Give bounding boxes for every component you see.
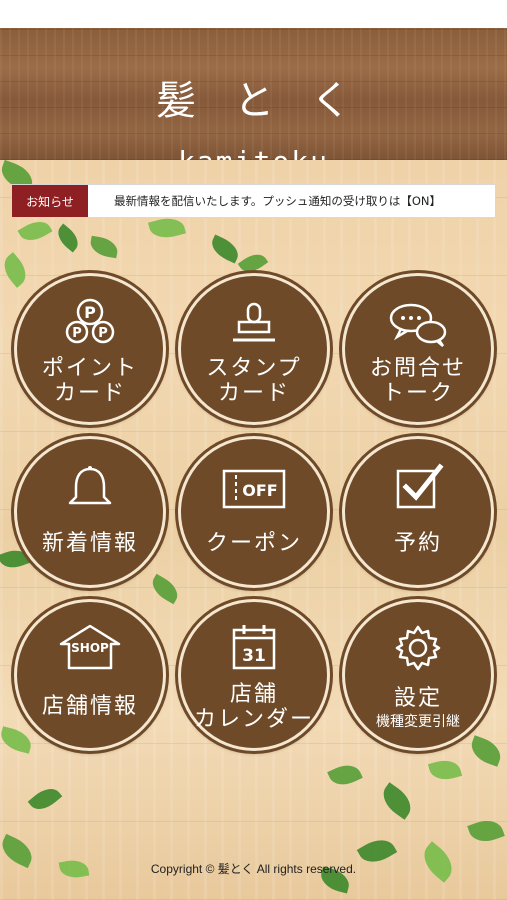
coupon-icon: OFF: [181, 469, 327, 509]
settings-button[interactable]: 設定 機種変更引継: [342, 599, 494, 751]
shop-calendar-label: 店舗 カレンダー: [193, 682, 314, 732]
news-bar[interactable]: お知らせ 最新情報を配信いたします。プッシュ通知の受け取りは【ON】: [11, 184, 496, 218]
status-bar: [0, 0, 507, 28]
settings-sublabel: 機種変更引継: [376, 714, 460, 730]
news-text: 最新情報を配信いたします。プッシュ通知の受け取りは【ON】: [114, 194, 442, 208]
app-title: 髪とく: [156, 78, 389, 124]
stamp-icon: [181, 302, 327, 346]
news-info-label: 新着情報: [41, 531, 138, 556]
reservation-label: 予約: [393, 531, 442, 556]
calendar-icon: 31: [181, 622, 327, 670]
point-card-button[interactable]: P P P ポイント カード: [14, 273, 166, 425]
shop-info-button[interactable]: SHOP 店舗情報: [14, 599, 166, 751]
settings-label: 設定: [393, 686, 442, 711]
chat-bubbles-icon: [345, 302, 491, 348]
app-header: 髪とく kamitoku: [0, 28, 507, 178]
reservation-button[interactable]: 予約: [342, 436, 494, 588]
news-info-button[interactable]: 新着情報: [14, 436, 166, 588]
shop-icon: SHOP: [17, 622, 163, 672]
coupon-button[interactable]: OFF クーポン: [178, 436, 330, 588]
stamp-card-label: スタンプ カード: [206, 356, 302, 406]
news-badge: お知らせ: [12, 185, 88, 217]
svg-text:31: 31: [242, 646, 266, 666]
svg-text:P: P: [98, 326, 108, 341]
inquiry-talk-button[interactable]: お問合せ トーク: [342, 273, 494, 425]
svg-text:SHOP: SHOP: [71, 641, 109, 655]
svg-text:P: P: [84, 303, 96, 322]
point-card-label: ポイント カード: [41, 356, 138, 406]
point-card-icon: P P P: [17, 298, 163, 344]
coupon-label: クーポン: [205, 531, 302, 556]
checkbox-icon: [345, 461, 491, 511]
gear-icon: [345, 624, 491, 672]
bell-icon: [17, 465, 163, 511]
shop-calendar-button[interactable]: 31 店舗 カレンダー: [178, 599, 330, 751]
shop-info-label: 店舗情報: [41, 694, 138, 719]
copyright-text: Copyright © 髪とく All rights reserved.: [150, 862, 357, 876]
svg-text:P: P: [72, 326, 82, 341]
svg-text:OFF: OFF: [242, 481, 277, 500]
stamp-card-button[interactable]: スタンプ カード: [178, 273, 330, 425]
inquiry-talk-label: お問合せ トーク: [369, 356, 466, 406]
